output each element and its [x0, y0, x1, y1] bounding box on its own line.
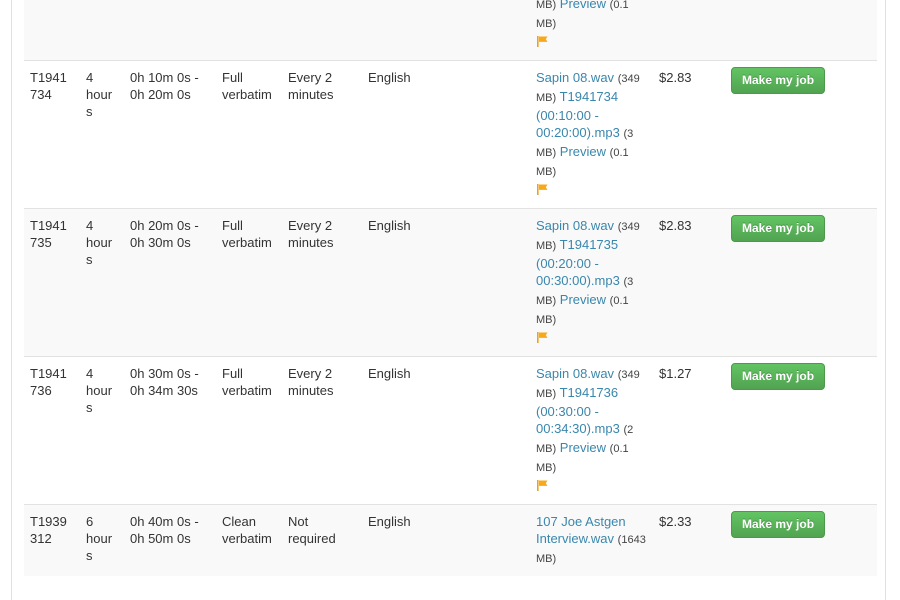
cell-segment-range: 0h 0m 0s - 0h 10m 0s: [124, 0, 216, 61]
cell-language: English: [362, 504, 530, 576]
preview-link[interactable]: Preview: [560, 0, 606, 11]
cell-timestamps: Not required: [282, 504, 362, 576]
cell-files: Sapin 08.wav (349 MB) T1941735 (00:20:00…: [530, 208, 653, 357]
make-my-job-button[interactable]: Make my job: [731, 511, 826, 538]
flag-icon[interactable]: [536, 331, 549, 344]
cell-files: Sapin 08.wav (349 MB) T1941736 (00:30:00…: [530, 356, 653, 505]
make-my-job-button[interactable]: Make my job: [731, 363, 826, 390]
cell-segment-range: 0h 40m 0s - 0h 50m 0s: [124, 504, 216, 576]
flag-icon[interactable]: [536, 183, 549, 196]
cell-job-id: T1941733: [24, 0, 80, 61]
table-row: T1941735 4 hours 0h 20m 0s - 0h 30m 0s Full…: [24, 208, 877, 357]
cell-turnaround: 6 hours: [80, 504, 124, 576]
cell-turnaround: 4 hours: [80, 208, 124, 357]
cell-language: English: [362, 60, 530, 209]
cell-job-id: T1941735: [24, 208, 80, 357]
table-row: T1939312 6 hours 0h 40m 0s - 0h 50m 0s Clea…: [24, 504, 877, 576]
cell-price: $2.83: [653, 60, 725, 209]
make-my-job-button[interactable]: Make my job: [731, 67, 826, 94]
file-download-link[interactable]: Sapin 08.wav: [536, 70, 614, 85]
cell-turnaround: 4 hours: [80, 356, 124, 505]
preview-link[interactable]: Preview: [560, 440, 606, 455]
cell-timestamps: Every 2 minutes: [282, 0, 362, 61]
cell-action: Make my job: [725, 356, 877, 505]
table-row: T1941736 4 hours 0h 30m 0s - 0h 34m 30s Ful…: [24, 356, 877, 505]
cell-language: English: [362, 208, 530, 357]
make-my-job-button[interactable]: Make my job: [731, 215, 826, 242]
cell-timestamps: Every 2 minutes: [282, 356, 362, 505]
cell-timestamps: Every 2 minutes: [282, 208, 362, 357]
table-row: T19417334 hours0h 0m 0s - 0h 10m 0sFull …: [24, 0, 877, 61]
file-download-link[interactable]: Sapin 08.wav: [536, 366, 614, 381]
cell-price: $2.33: [653, 504, 725, 576]
available-jobs-table: T19417334 hours0h 0m 0s - 0h 10m 0sFull …: [24, 0, 877, 576]
cell-segment-range: 0h 30m 0s - 0h 34m 30s: [124, 356, 216, 505]
file-download-link[interactable]: Sapin 08.wav: [536, 218, 614, 233]
cell-action: Make my job: [725, 504, 877, 576]
table-row: T1941734 4 hours 0h 10m 0s - 0h 20m 0s Full…: [24, 60, 877, 209]
cell-files: Sapin 08.wav (349 MB) T1941733 (00:00:00…: [530, 0, 653, 61]
cell-language: English: [362, 356, 530, 505]
cell-action: Make my job: [725, 0, 877, 61]
cell-action: Make my job: [725, 60, 877, 209]
cell-job-id: T1939312: [24, 504, 80, 576]
cell-verbatim-style: Full verbatim: [216, 356, 282, 505]
cell-job-id: T1941736: [24, 356, 80, 505]
cell-verbatim-style: Full verbatim: [216, 60, 282, 209]
page-wrap: T19417334 hours0h 0m 0s - 0h 10m 0sFull …: [0, 0, 900, 600]
cell-files: Sapin 08.wav (349 MB) T1941734 (00:10:00…: [530, 60, 653, 209]
cell-files: 107 Joe Astgen Interview.wav (1643 MB): [530, 504, 653, 576]
cell-verbatim-style: Full verbatim: [216, 208, 282, 357]
cell-price: $2.83: [653, 208, 725, 357]
cell-turnaround: 4 hours: [80, 60, 124, 209]
cell-turnaround: 4 hours: [80, 0, 124, 61]
flag-icon[interactable]: [536, 35, 549, 48]
cell-segment-range: 0h 10m 0s - 0h 20m 0s: [124, 60, 216, 209]
file-download-link[interactable]: 107 Joe Astgen Interview.wav: [536, 514, 626, 546]
preview-link[interactable]: Preview: [560, 144, 606, 159]
cell-segment-range: 0h 20m 0s - 0h 30m 0s: [124, 208, 216, 357]
cell-job-id: T1941734: [24, 60, 80, 209]
cell-language: English: [362, 0, 530, 61]
cell-action: Make my job: [725, 208, 877, 357]
jobs-table-scroll-region[interactable]: T19417334 hours0h 0m 0s - 0h 10m 0sFull …: [24, 0, 877, 576]
preview-link[interactable]: Preview: [560, 292, 606, 307]
cell-verbatim-style: Full verbatim: [216, 0, 282, 61]
cell-price: $1.27: [653, 356, 725, 505]
flag-icon[interactable]: [536, 479, 549, 492]
cell-timestamps: Every 2 minutes: [282, 60, 362, 209]
cell-verbatim-style: Clean verbatim: [216, 504, 282, 576]
cell-price: $2.83: [653, 0, 725, 61]
jobs-table-body: T19417334 hours0h 0m 0s - 0h 10m 0sFull …: [24, 0, 877, 576]
